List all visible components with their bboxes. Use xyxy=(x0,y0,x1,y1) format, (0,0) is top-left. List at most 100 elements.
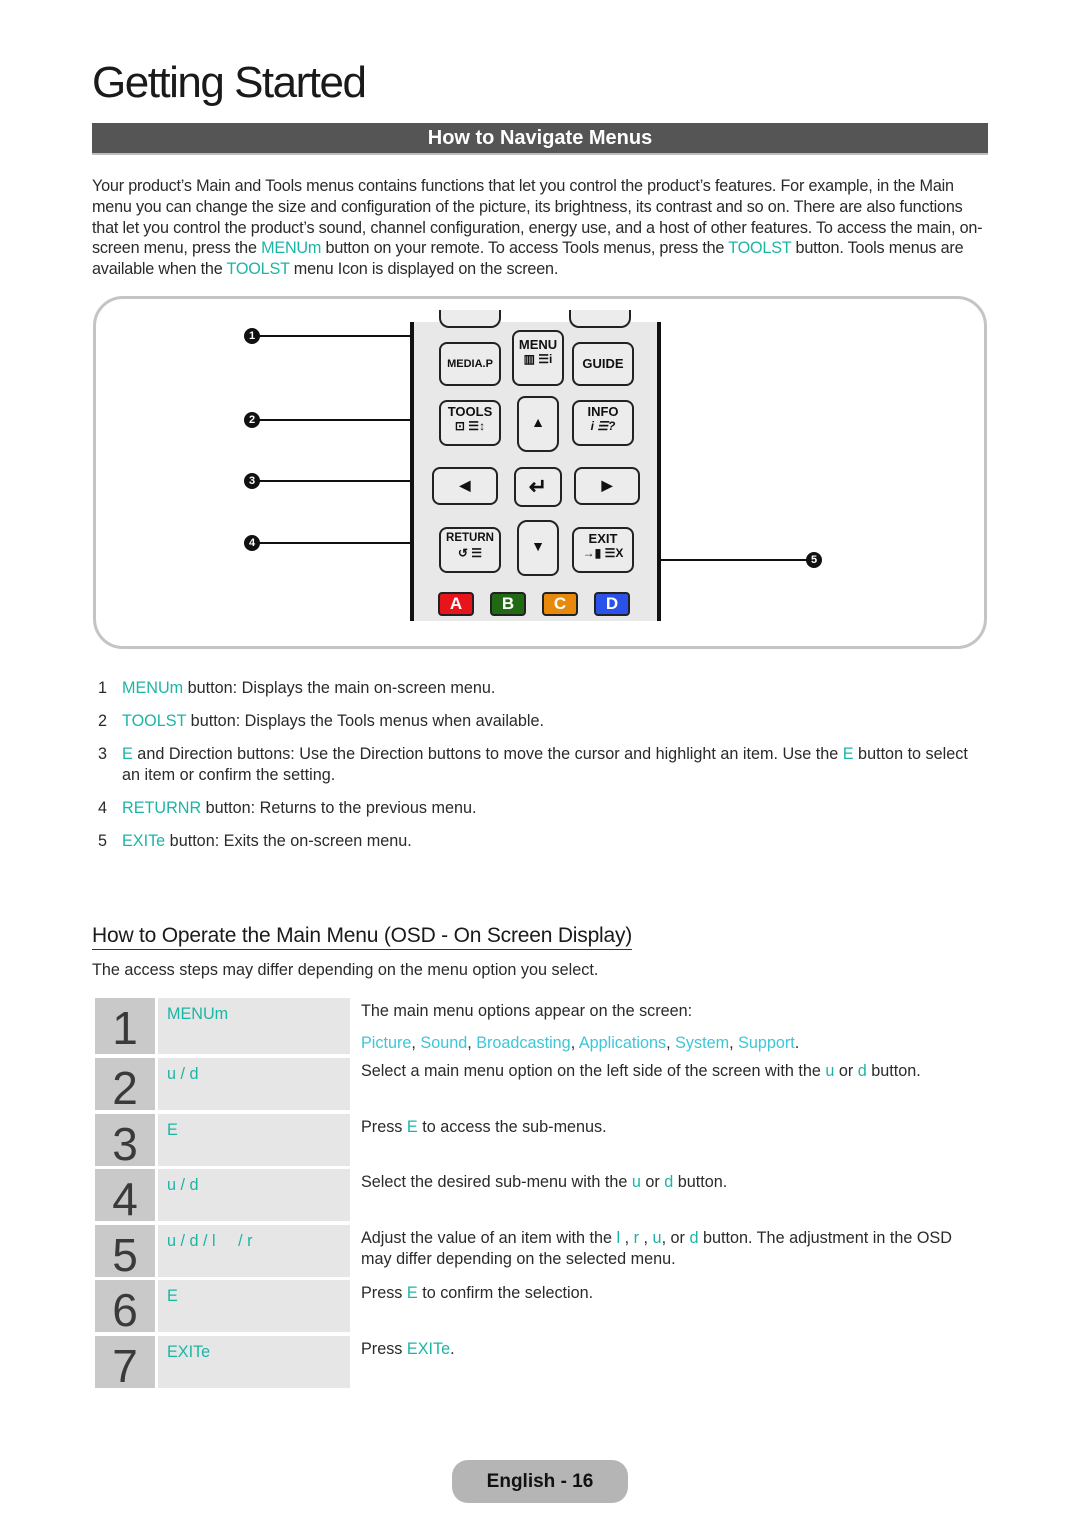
legend-item: 2 TOOLST button: Displays the Tools menus… xyxy=(98,711,978,732)
step-number: 6 xyxy=(95,1280,155,1336)
step-key: u / d xyxy=(158,1058,350,1110)
color-button-d[interactable]: D xyxy=(594,592,630,616)
tools-button[interactable]: TOOLS ⊡ ☰↕ xyxy=(439,400,501,446)
step-row: 6 E Press E to confirm the selection. xyxy=(95,1280,975,1336)
legend-text: and Direction buttons: Use the Direction… xyxy=(132,745,843,763)
exit-button[interactable]: EXIT →▮ ☰X xyxy=(572,527,634,573)
step-text: The main menu options appear on the scre… xyxy=(361,1002,693,1020)
callout-line-3 xyxy=(258,480,433,482)
step-number: 2 xyxy=(95,1058,155,1114)
media-p-button[interactable]: MEDIA.P xyxy=(439,342,501,386)
step-text: Press xyxy=(361,1284,407,1302)
legend-text: button: Exits the on-screen menu. xyxy=(165,832,412,850)
step-text: button. xyxy=(866,1062,921,1080)
info-button[interactable]: INFO i ☰? xyxy=(572,400,634,446)
legend-key: RETURNR xyxy=(122,799,202,817)
step-description: The main menu options appear on the scre… xyxy=(361,1001,961,1054)
step-key: u / d xyxy=(158,1169,350,1221)
legend-key: MENUm xyxy=(122,679,184,697)
step-text: Adjust the value of an item with the xyxy=(361,1229,617,1247)
right-arrow-icon: ▶ xyxy=(601,477,613,493)
step-number: 7 xyxy=(95,1336,155,1392)
step-key-ref: u xyxy=(652,1229,662,1247)
menu-option-system: System xyxy=(675,1034,730,1052)
step-key-ref: E xyxy=(406,1118,418,1136)
legend-number: 1 xyxy=(98,679,108,697)
remote-button-partial[interactable] xyxy=(569,310,631,328)
right-button[interactable]: ▶ xyxy=(574,467,640,505)
intro-text: button on your remote. To access Tools m… xyxy=(321,239,729,258)
step-key: E xyxy=(158,1114,350,1166)
up-button[interactable]: ▲ xyxy=(517,396,559,452)
legend-number: 5 xyxy=(98,832,108,850)
menu-options-list: Picture, Sound, Broadcasting, Applicatio… xyxy=(361,1034,800,1052)
step-description: Adjust the value of an item with the l ,… xyxy=(361,1228,961,1270)
down-button[interactable]: ▼ xyxy=(517,520,559,576)
info-label: INFO xyxy=(587,404,619,419)
tools-key-ref: TOOLST xyxy=(728,239,792,258)
step-text: to access the sub-menus. xyxy=(417,1118,607,1136)
menu-option-sound: Sound xyxy=(420,1034,468,1052)
legend-key: TOOLST xyxy=(122,712,187,730)
callout-5: 5 xyxy=(806,552,822,568)
tools-icon: ⊡ ☰↕ xyxy=(454,419,486,433)
step-text: . xyxy=(450,1340,455,1358)
step-text: to confirm the selection. xyxy=(417,1284,594,1302)
step-key: u / d / l / r xyxy=(158,1225,350,1277)
legend-item: 3E and Direction buttons: Use the Direct… xyxy=(98,744,978,786)
media-p-label: MEDIA.P xyxy=(447,358,493,370)
menu-icon: ▥ ☰i xyxy=(523,352,553,366)
info-icon: i ☰? xyxy=(590,419,616,433)
step-description: Select a main menu option on the left si… xyxy=(361,1061,961,1082)
exit-label: EXIT xyxy=(588,531,618,546)
legend-number: 3 xyxy=(98,745,108,763)
step-text: or xyxy=(640,1173,665,1191)
legend-key: EXITe xyxy=(122,832,166,850)
step-key: E xyxy=(158,1280,350,1332)
step-key: EXITe xyxy=(158,1336,350,1388)
step-text: , xyxy=(620,1229,634,1247)
legend-text: button: Returns to the previous menu. xyxy=(201,799,477,817)
page-number-badge: English - 16 xyxy=(452,1460,628,1503)
button-legend: 1 MENUm button: Displays the main on-scre… xyxy=(98,678,978,864)
exit-icon: →▮ ☰X xyxy=(582,546,624,560)
step-text: Select a main menu option on the left si… xyxy=(361,1062,826,1080)
step-number: 5 xyxy=(95,1225,155,1281)
step-text: , xyxy=(639,1229,653,1247)
step-key-ref: u xyxy=(631,1173,641,1191)
tools-label: TOOLS xyxy=(447,404,493,419)
guide-label: GUIDE xyxy=(582,356,624,371)
intro-text: menu Icon is displayed on the screen. xyxy=(289,260,559,279)
step-number: 1 xyxy=(95,998,155,1054)
legend-item: 4 RETURNR button: Returns to the previous… xyxy=(98,798,978,819)
step-text: , or xyxy=(661,1229,690,1247)
step-description: Press E to access the sub-menus. xyxy=(361,1117,961,1138)
step-text: Press xyxy=(361,1118,407,1136)
remote-button-partial[interactable] xyxy=(439,310,501,328)
step-text: Select the desired sub-menu with the xyxy=(361,1173,632,1191)
operate-heading: How to Operate the Main Menu (OSD - On S… xyxy=(92,923,632,950)
return-label: RETURN xyxy=(446,532,494,544)
color-button-b[interactable]: B xyxy=(490,592,526,616)
tools-key-ref: TOOLST xyxy=(226,260,290,279)
step-row: 2 u / d Select a main menu option on the… xyxy=(95,1058,975,1114)
step-text: or xyxy=(834,1062,858,1080)
left-button[interactable]: ◀ xyxy=(432,467,498,505)
step-key-ref: d xyxy=(664,1173,674,1191)
legend-key: E xyxy=(122,745,133,763)
menu-button[interactable]: MENU ▥ ☰i xyxy=(512,330,564,386)
step-key-ref: EXITe xyxy=(406,1340,451,1358)
menu-option-support: Support xyxy=(738,1034,795,1052)
down-arrow-icon: ▼ xyxy=(531,538,545,554)
enter-icon: ↵ xyxy=(528,474,548,499)
page-title: Getting Started xyxy=(92,58,367,107)
color-button-c[interactable]: C xyxy=(542,592,578,616)
enter-button[interactable]: ↵ xyxy=(514,467,562,507)
color-button-a[interactable]: A xyxy=(438,592,474,616)
guide-button[interactable]: GUIDE xyxy=(572,342,634,386)
step-description: Select the desired sub-menu with the u o… xyxy=(361,1172,961,1193)
return-button[interactable]: RETURN ↺ ☰ xyxy=(439,527,501,573)
step-key: MENUm xyxy=(158,998,350,1054)
step-row: 4 u / d Select the desired sub-menu with… xyxy=(95,1169,975,1225)
menu-label: MENU xyxy=(518,337,558,352)
